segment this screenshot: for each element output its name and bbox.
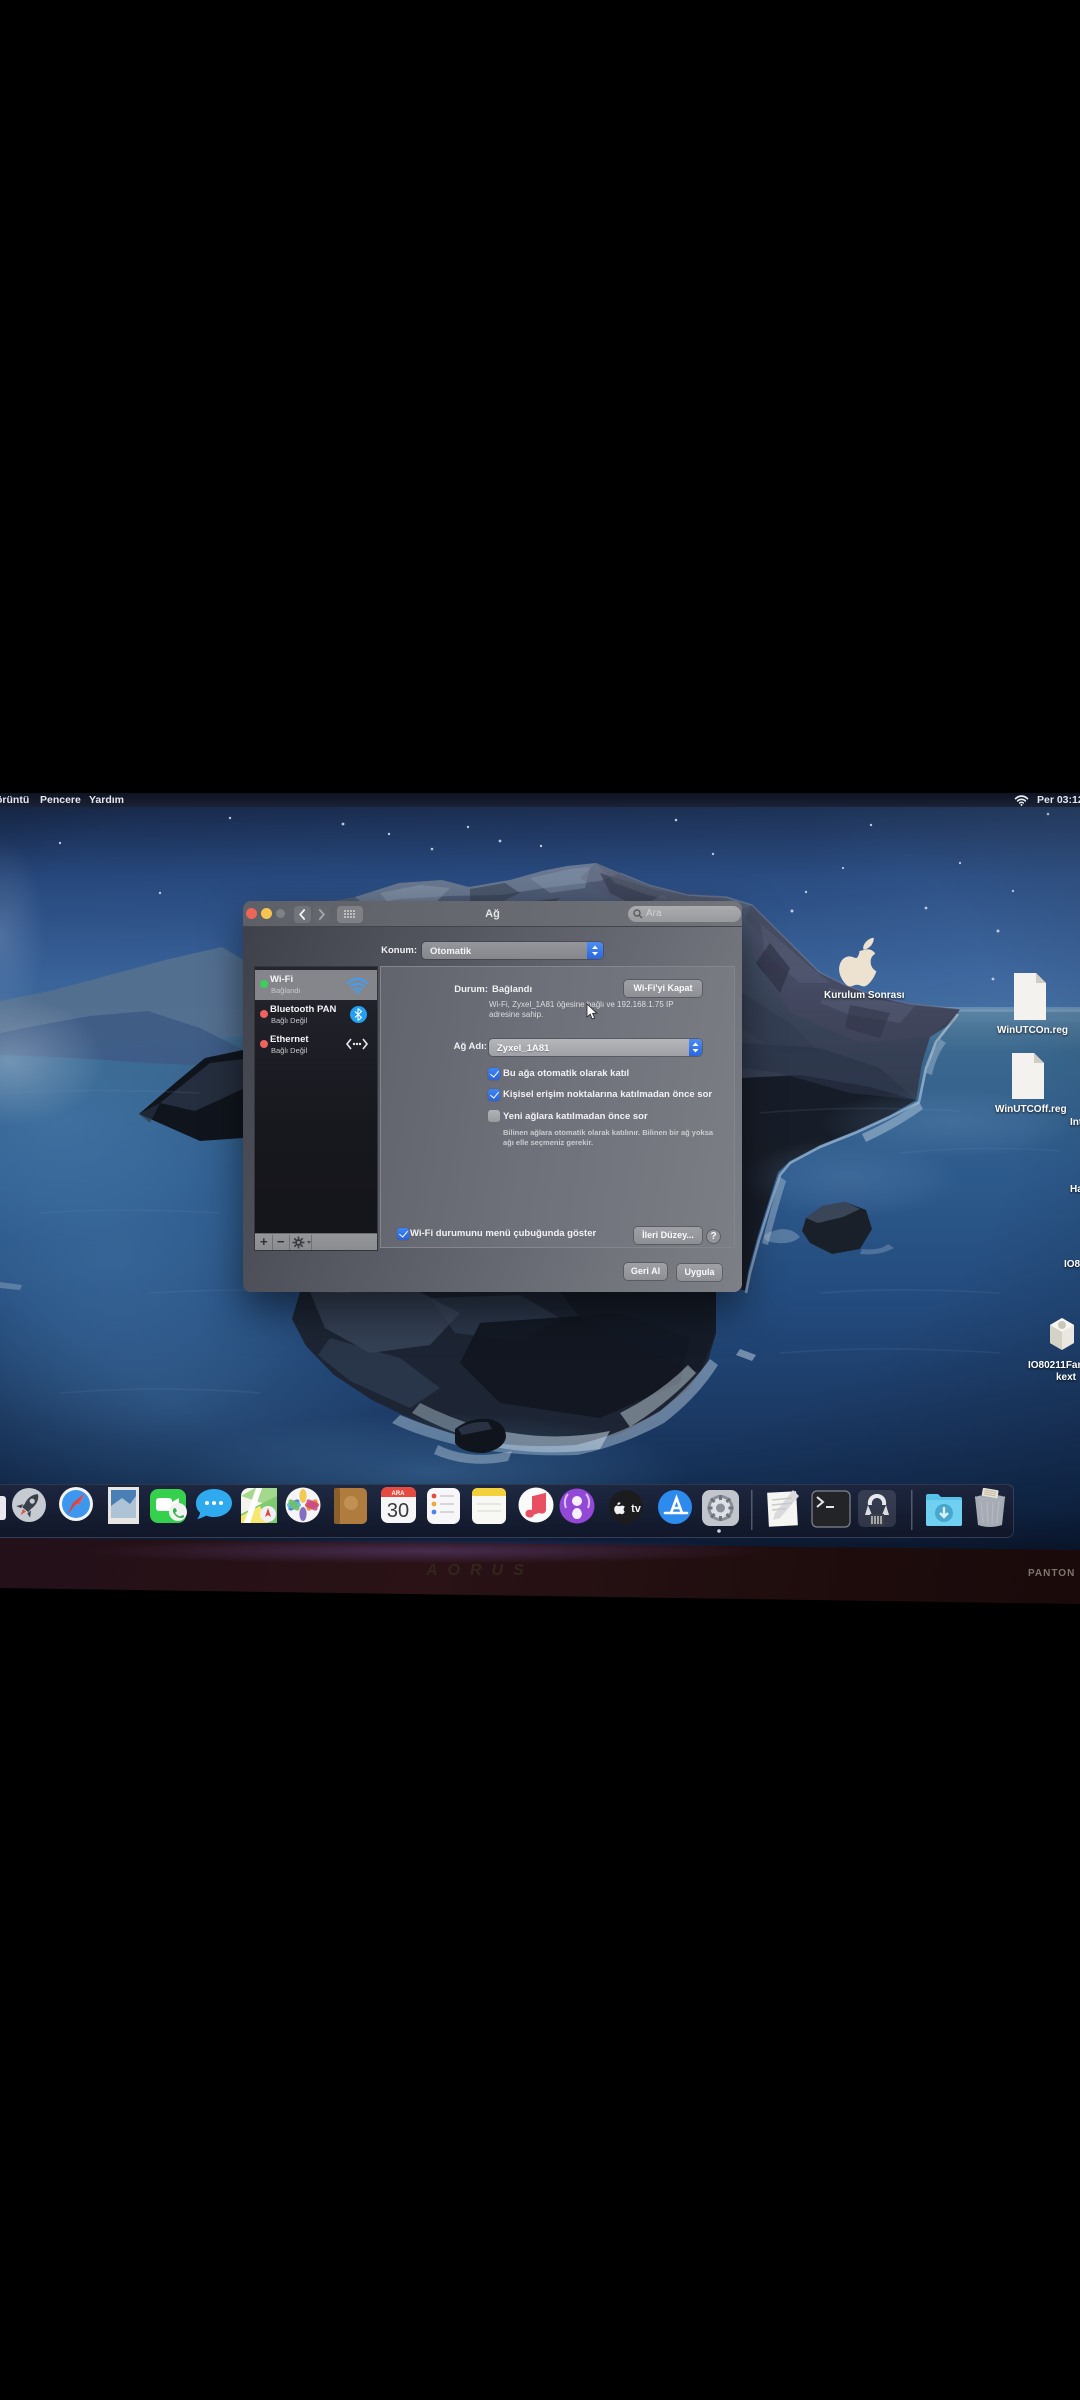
svg-text:tv: tv bbox=[631, 1503, 642, 1515]
svg-text:30: 30 bbox=[387, 1500, 409, 1522]
svg-text:ARA: ARA bbox=[392, 1491, 406, 1497]
